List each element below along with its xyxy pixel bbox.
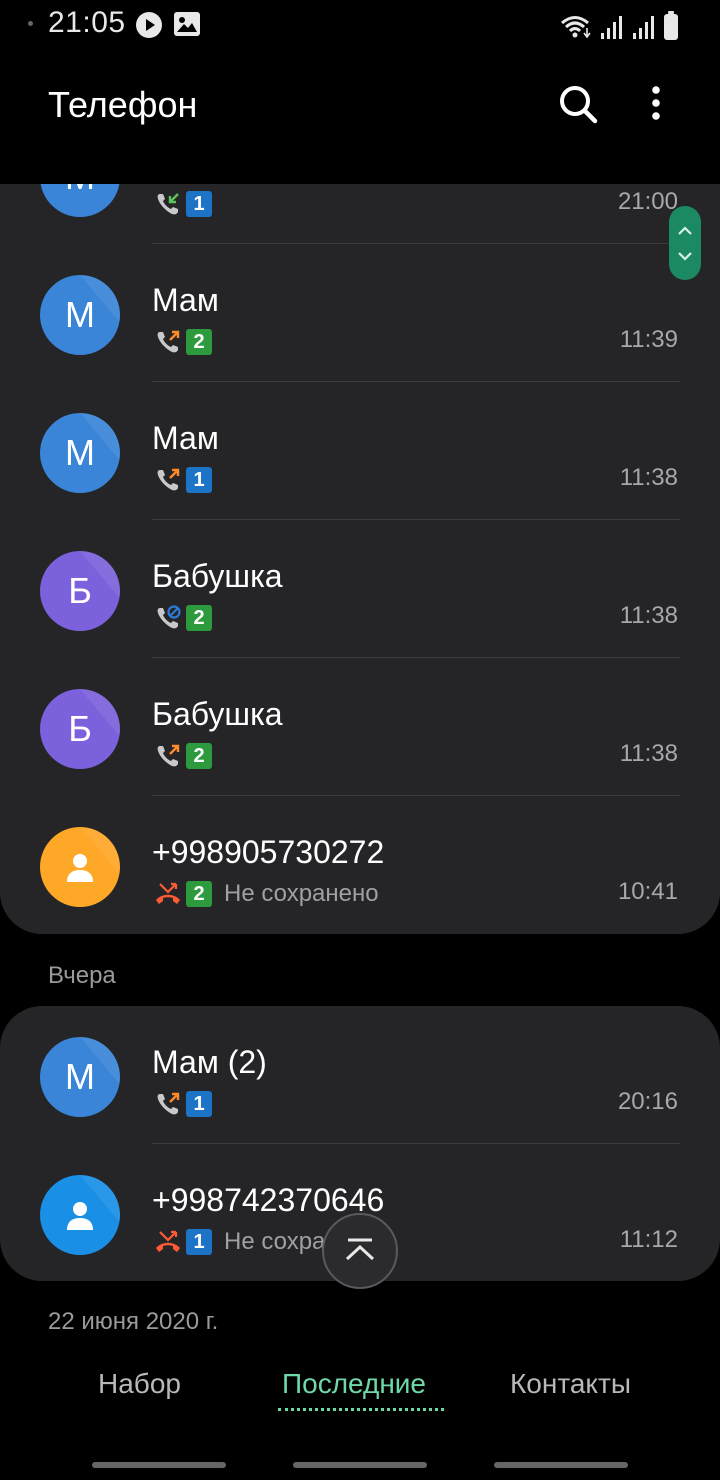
call-meta: 1 (154, 464, 212, 496)
gesture-hint-center[interactable] (293, 1462, 427, 1468)
contact-name: Мам (152, 282, 219, 318)
notification-dot-icon (28, 21, 33, 26)
more-vert-icon (652, 86, 660, 120)
tab-keypad[interactable]: Набор (98, 1368, 181, 1400)
scroll-arrows-icon (678, 226, 692, 261)
gesture-hint-right[interactable] (494, 1462, 628, 1468)
call-log-row[interactable]: М Мам 2 11:39 (0, 244, 720, 382)
call-time: 20:16 (617, 1088, 678, 1115)
wifi-icon (561, 16, 591, 39)
sim-2-badge: 2 (186, 743, 212, 769)
incoming-call-icon (157, 193, 179, 215)
call-meta: 2 (154, 602, 212, 634)
active-tab-indicator (278, 1408, 444, 1411)
call-time: 11:38 (619, 740, 678, 767)
image-notification-icon (174, 12, 200, 36)
sim-1-badge: 1 (186, 1229, 212, 1255)
search-icon (560, 86, 598, 124)
contact-name: Бабушка (152, 558, 283, 594)
bottom-navigation: Набор Последние Контакты (0, 1350, 720, 1430)
call-log-row[interactable]: М 1 21:00 (0, 184, 720, 244)
sim-1-badge: 1 (186, 467, 212, 493)
sim-2-badge: 2 (186, 881, 212, 907)
status-bar: 21:05 (0, 0, 720, 50)
call-list-today: М 1 21:00 М Мам 2 11:39 (0, 184, 720, 934)
contact-name: +998905730272 (152, 834, 385, 870)
missed-call-icon (156, 1230, 180, 1252)
status-icons (560, 10, 678, 40)
call-meta: 1 (154, 1088, 212, 1120)
call-log-row[interactable]: М Мам (2) 1 20:16 (0, 1006, 720, 1144)
avatar: М (40, 184, 120, 217)
gesture-hint-left[interactable] (92, 1462, 226, 1468)
call-meta: 2 Не сохранено (154, 878, 379, 910)
sim-2-badge: 2 (186, 605, 212, 631)
contact-name: Мам (2) (152, 1044, 267, 1080)
call-meta: 2 (154, 740, 212, 772)
person-icon (67, 854, 93, 882)
call-meta: 2 (154, 326, 212, 358)
avatar: М (40, 275, 120, 355)
tab-contacts[interactable]: Контакты (510, 1368, 631, 1400)
tab-recents[interactable]: Последние (282, 1368, 426, 1400)
unsaved-label: Не сохранено (224, 880, 379, 907)
outgoing-call-icon (157, 1092, 180, 1115)
person-icon (67, 1202, 93, 1230)
contact-name: Бабушка (152, 696, 283, 732)
fast-scroll-handle[interactable] (669, 206, 701, 280)
recent-calls-today-card: М 1 21:00 М Мам 2 11:39 (0, 184, 720, 934)
call-meta: 1 (154, 188, 212, 220)
scroll-to-top-button[interactable] (322, 1213, 398, 1289)
call-log-row[interactable]: Б Бабушка 2 11:38 (0, 520, 720, 658)
call-meta: 1 Не сохра (154, 1226, 325, 1258)
sim-1-badge: 1 (186, 1091, 212, 1117)
search-button[interactable] (556, 82, 600, 126)
section-header-yesterday: Вчера (48, 962, 116, 989)
avatar: Б (40, 551, 120, 631)
missed-call-icon (156, 882, 180, 904)
scroll-to-top-icon (345, 1238, 375, 1261)
section-header-older: 22 июня 2020 г. (48, 1308, 219, 1330)
call-time: 11:12 (619, 1226, 678, 1253)
call-log-row[interactable]: Б Бабушка 2 11:38 (0, 658, 720, 796)
more-options-button[interactable] (636, 82, 676, 126)
signal-sim1-icon (601, 16, 622, 39)
call-time: 11:39 (619, 326, 678, 353)
outgoing-call-icon (157, 468, 180, 491)
call-time: 11:38 (619, 464, 678, 491)
media-play-icon (136, 12, 162, 38)
battery-icon (664, 11, 678, 40)
avatar: Б (40, 689, 120, 769)
page-title: Телефон (48, 84, 198, 125)
avatar (40, 827, 120, 907)
avatar: М (40, 1037, 120, 1117)
sim-1-badge: 1 (186, 191, 212, 217)
outgoing-call-icon (157, 744, 180, 767)
call-log-row[interactable]: +998905730272 2 Не сохранено 10:41 (0, 796, 720, 934)
call-time: 10:41 (617, 878, 678, 905)
call-time: 11:38 (619, 602, 678, 629)
contact-name: Мам (152, 420, 219, 456)
unsaved-label: Не сохра (224, 1228, 326, 1255)
outgoing-call-icon (157, 330, 180, 353)
status-time: 21:05 (48, 6, 126, 39)
sim-2-badge: 2 (186, 329, 212, 355)
signal-sim2-icon (633, 16, 654, 39)
call-log-row[interactable]: М Мам 1 11:38 (0, 382, 720, 520)
blocked-call-icon (157, 605, 181, 629)
avatar: М (40, 413, 120, 493)
avatar (40, 1175, 120, 1255)
